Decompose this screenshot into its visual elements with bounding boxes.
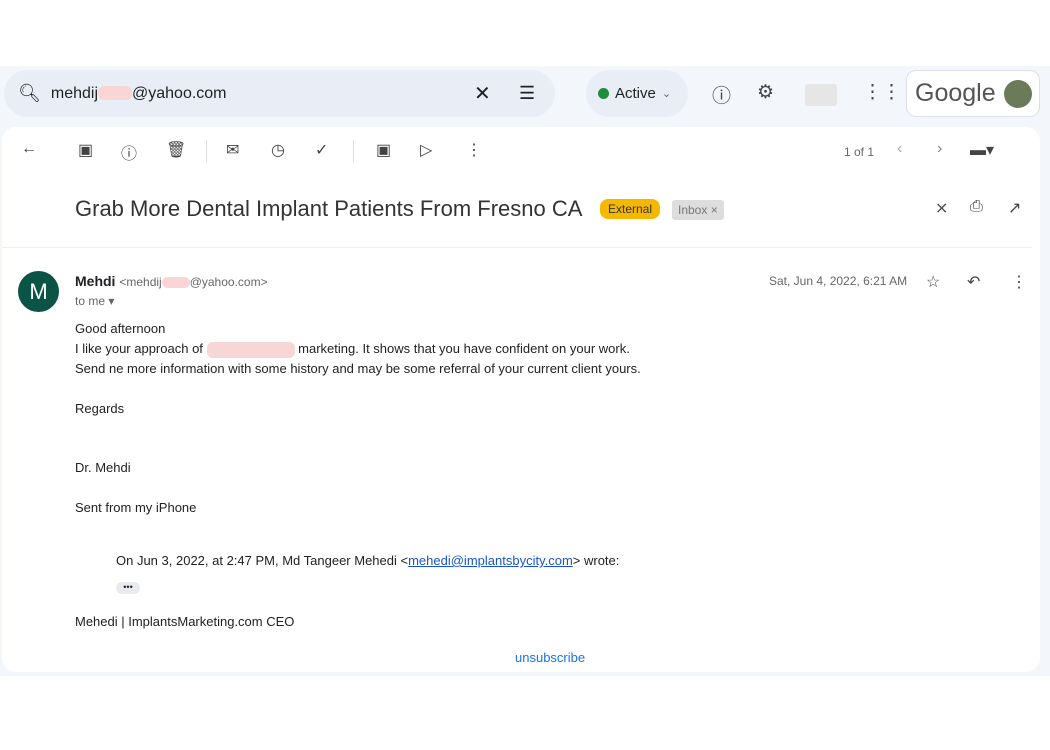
external-label: External [600,199,661,219]
quoted-email-link[interactable]: mehedi@implantsbycity.com [408,553,573,568]
search-value-suffix: @yahoo.com [132,84,227,102]
sender-email-suffix: @yahoo.com> [189,275,268,289]
body-text: I like your approach of [75,341,203,356]
sender-info: Mehdi <mehdij @yahoo.com> [75,273,268,289]
email-subject: Grab More Dental Implant Patients From F… [75,196,583,221]
sender-email: <mehdij @yahoo.com> [119,275,267,289]
body-line: I like your approach of marketing. It sh… [75,341,630,358]
redacted-text [206,341,295,358]
search-options-icon[interactable]: ☰ [519,83,535,104]
collapse-all-icon[interactable]: ⨯ [935,198,948,218]
more-options-icon[interactable]: ⋮ [466,140,482,160]
body-line: Good afternoon [75,321,166,336]
chevron-down-icon: ⌄ [661,88,672,100]
quote-text: > wrote: [572,553,620,568]
label-icon[interactable]: ▷ [420,140,432,160]
sender-name: Mehdi [75,273,116,289]
show-trimmed-content-button[interactable]: ••• [116,582,140,594]
sender-email-prefix: <mehdij [119,275,162,289]
google-account-button[interactable]: Google [906,70,1040,117]
help-icon[interactable]: ⓘ [712,81,731,108]
move-to-icon[interactable]: ▣ [376,140,391,160]
open-new-window-icon[interactable]: ↗ [1008,198,1021,218]
inbox-label[interactable]: Inbox × [672,200,724,220]
reply-icon[interactable]: ↶ [967,272,980,292]
search-value-prefix: mehdij [50,84,98,102]
remove-label-icon[interactable]: × [711,203,718,217]
body-line: Sent from my iPhone [75,500,197,515]
email-date: Sat, Jun 4, 2022, 6:21 AM [769,274,908,288]
account-avatar[interactable] [1003,79,1032,108]
snooze-clock-icon[interactable]: ◷ [271,140,285,160]
report-spam-icon[interactable]: ⓘ [121,140,137,164]
next-icon[interactable]: › [937,140,942,158]
print-icon[interactable]: ⎙ [970,198,983,216]
divider [2,247,1032,248]
toolbar-divider [353,140,354,162]
body-line: Dr. Mehdi [75,460,131,475]
toolbar-divider [206,140,207,162]
pagination-count: 1 of 1 [844,145,875,159]
input-tools-icon[interactable]: ▬▾ [970,140,994,160]
redacted-text [98,86,132,101]
body-text: marketing. It shows that you have confid… [298,341,630,356]
search-value[interactable]: mehdij @yahoo.com [51,85,227,103]
active-status-dot [598,88,609,99]
more-icon[interactable]: ⋮ [1011,272,1027,292]
footer-signature: Mehedi | ImplantsMarketing.com CEO [75,614,295,629]
delete-icon[interactable]: 🗑︎ [166,140,186,160]
mark-unread-icon[interactable]: ✉ [226,140,239,160]
add-task-icon[interactable]: ✓ [315,140,328,160]
mail-icon[interactable] [805,84,837,106]
sender-avatar: M [18,271,59,312]
unsubscribe-link[interactable]: unsubscribe [515,650,585,665]
body-line: Regards [75,401,125,416]
body-line: Send ne more information with some histo… [75,361,641,376]
archive-icon[interactable]: ▣ [78,140,93,160]
star-icon[interactable]: ☆ [926,272,940,292]
quote-header: On Jun 3, 2022, at 2:47 PM, Md Tangeer M… [116,553,619,568]
search-bar[interactable]: 🔍︎ mehdij @yahoo.com ✕ ☰ [4,70,555,117]
redacted-text [161,277,190,289]
back-arrow-icon[interactable]: ← [21,140,37,158]
inbox-label-text: Inbox [678,203,708,217]
search-icon[interactable]: 🔍︎ [18,83,41,104]
recipients-toggle[interactable]: to me ▾ [75,294,114,308]
status-dropdown[interactable]: Active ⌄ [586,70,688,117]
previous-icon[interactable]: ‹ [897,140,902,158]
google-logo: Google [915,79,996,107]
status-label: Active [615,85,656,102]
clear-search-icon[interactable]: ✕ [474,81,491,106]
quote-text: On Jun 3, 2022, at 2:47 PM, Md Tangeer M… [116,553,409,568]
settings-gear-icon[interactable]: ⚙ [757,81,774,104]
